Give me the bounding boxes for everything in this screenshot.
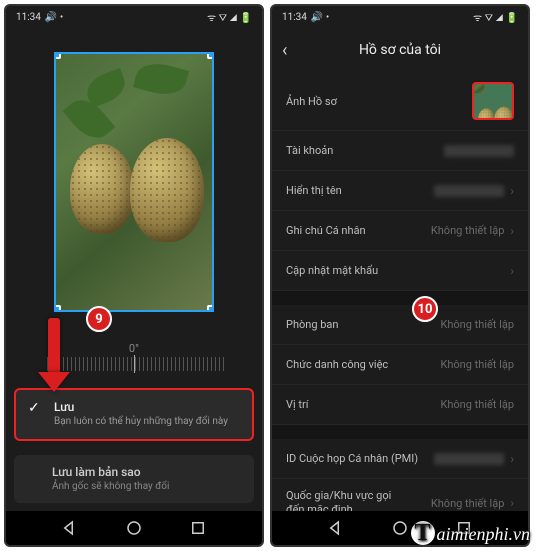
row-default-call-region[interactable]: Quốc gia/Khu vực gọi đến mặc định Không …: [272, 479, 528, 511]
row-account[interactable]: Tài khoản: [272, 131, 528, 171]
crop-handle-tr[interactable]: [207, 52, 214, 59]
row-location[interactable]: Vị trí Không thiết lập: [272, 385, 528, 425]
chevron-right-icon: ›: [510, 224, 514, 238]
back-button[interactable]: ‹: [282, 40, 287, 61]
nav-recent-icon[interactable]: [189, 519, 207, 537]
watermark: Taimienphi.vn: [411, 521, 530, 545]
redacted-value: [434, 453, 504, 465]
save-copy-option[interactable]: Lưu làm bản sao Ảnh gốc sẽ không thay đổ…: [14, 455, 254, 504]
profile-thumbnail: [472, 82, 514, 120]
save-copy-title: Lưu làm bản sao: [52, 465, 169, 479]
step-badge-9: 9: [86, 306, 112, 332]
row-department[interactable]: Phòng ban Không thiết lập: [272, 305, 528, 345]
redacted-value: [444, 145, 514, 157]
crop-handle-bl[interactable]: [54, 305, 61, 312]
row-update-password[interactable]: Cập nhật mật khẩu ›: [272, 251, 528, 291]
save-subtitle: Bạn luôn có thể hủy những thay đổi này: [54, 416, 228, 429]
crop-handle-br[interactable]: [207, 305, 214, 312]
chevron-right-icon: ›: [510, 452, 514, 466]
chevron-right-icon: ›: [510, 496, 514, 510]
row-job-title[interactable]: Chức danh công việc Không thiết lập: [272, 345, 528, 385]
chevron-right-icon: ›: [510, 184, 514, 198]
row-pmi[interactable]: ID Cuộc họp Cá nhân (PMI) ›: [272, 439, 528, 479]
chevron-right-icon: ›: [510, 264, 514, 278]
nav-home-icon[interactable]: [391, 519, 409, 537]
save-copy-subtitle: Ảnh gốc sẽ không thay đổi: [52, 481, 169, 494]
save-title: Lưu: [54, 400, 228, 414]
step-badge-10: 10: [412, 296, 438, 322]
status-bar: 11:34🔊 • ᯤ ⛛ ◢ 🔋: [6, 6, 262, 28]
row-profile-photo[interactable]: Ảnh Hồ sơ: [272, 72, 528, 131]
annotation-arrow-icon: [38, 318, 70, 392]
nav-back-icon[interactable]: [61, 519, 79, 537]
rotation-value: 0°: [129, 342, 139, 355]
row-personal-note[interactable]: Ghi chú Cá nhân Không thiết lập›: [272, 211, 528, 251]
page-title: Hồ sơ của tôi: [359, 42, 441, 58]
android-nav-bar: [6, 511, 262, 545]
nav-home-icon[interactable]: [125, 519, 143, 537]
crop-handle-tl[interactable]: [54, 52, 61, 59]
save-option[interactable]: ✓ Lưu Bạn luôn có thể hủy những thay đổi…: [14, 388, 254, 441]
nav-back-icon[interactable]: [327, 519, 345, 537]
row-display-name[interactable]: Hiển thị tên ›: [272, 171, 528, 211]
redacted-value: [434, 185, 504, 197]
rotation-slider[interactable]: [44, 357, 224, 371]
status-bar: 11:34🔊 • ᯤ ⛛ ◢ 🔋: [272, 6, 528, 28]
title-bar: ‹ Hồ sơ của tôi: [272, 28, 528, 72]
check-icon: ✓: [28, 400, 44, 416]
crop-box[interactable]: [54, 52, 214, 312]
